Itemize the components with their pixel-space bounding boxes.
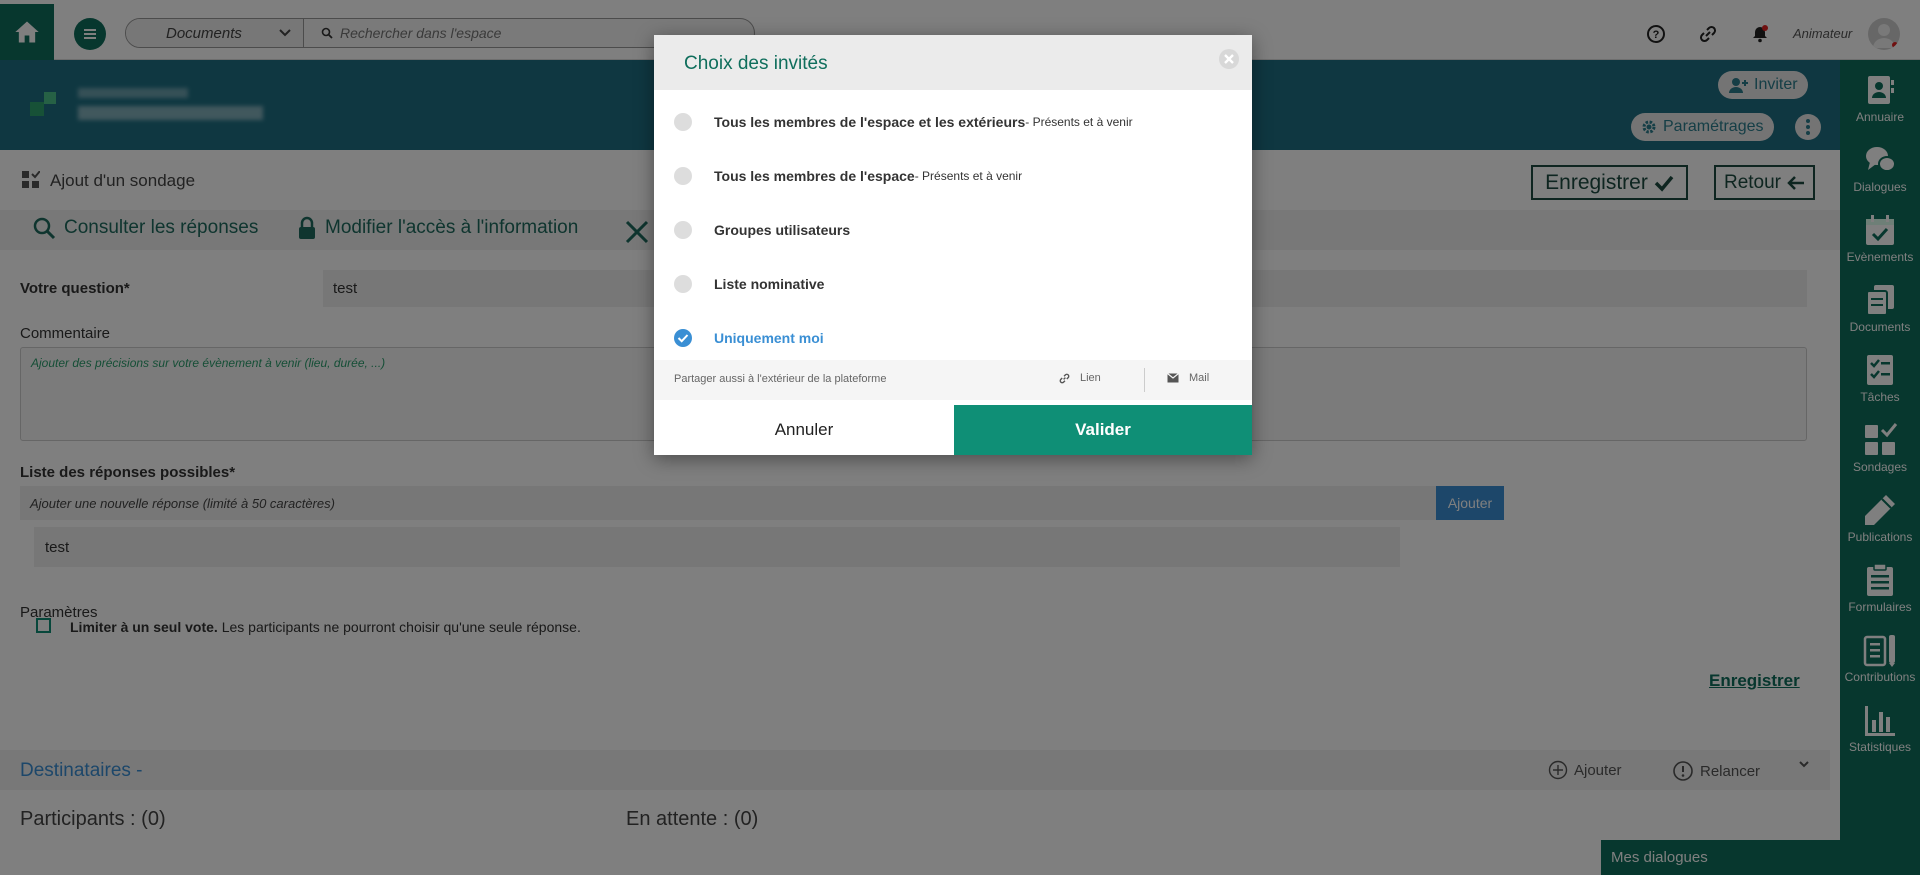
modal-header: Choix des invités (654, 35, 1252, 90)
share-link-button[interactable]: Lien (1059, 372, 1101, 384)
share-link-label: Lien (1080, 372, 1101, 384)
option-suffix: - Présents et à venir (914, 169, 1023, 183)
option-label: Uniquement moi (714, 330, 824, 346)
close-icon (1218, 48, 1240, 70)
radio-unchecked[interactable] (674, 221, 692, 239)
option-suffix: - Présents et à venir (1025, 115, 1133, 129)
option-user-groups[interactable]: Groupes utilisateurs (674, 215, 850, 245)
option-only-me[interactable]: Uniquement moi (674, 323, 824, 353)
guests-modal: Choix des invités Tous les membres de l'… (654, 35, 1252, 455)
cancel-button[interactable]: Annuler (654, 405, 954, 455)
radio-unchecked[interactable] (674, 275, 692, 293)
share-text: Partager aussi à l'extérieur de la plate… (674, 373, 887, 385)
share-mail-label: Mail (1189, 372, 1210, 384)
option-label: Tous les membres de l'espace et les exté… (714, 114, 1026, 130)
option-label: Liste nominative (714, 276, 825, 292)
modal-title: Choix des invités (684, 53, 828, 74)
option-members-and-external[interactable]: Tous les membres de l'espace et les exté… (674, 107, 1133, 137)
radio-unchecked[interactable] (674, 113, 692, 131)
option-label: Groupes utilisateurs (714, 222, 851, 238)
modal-close-button[interactable] (1218, 48, 1240, 70)
radio-unchecked[interactable] (674, 167, 692, 185)
mail-icon (1167, 373, 1179, 383)
share-mail-button[interactable]: Mail (1167, 372, 1209, 384)
radio-checked-icon[interactable] (674, 329, 692, 347)
share-row: Partager aussi à l'extérieur de la plate… (654, 360, 1252, 400)
link-icon (1059, 373, 1070, 384)
option-label: Tous les membres de l'espace (714, 168, 915, 184)
share-divider (1144, 368, 1145, 392)
validate-button[interactable]: Valider (954, 405, 1252, 455)
option-named-list[interactable]: Liste nominative (674, 269, 824, 299)
option-members[interactable]: Tous les membres de l'espace - Présents … (674, 161, 1022, 191)
